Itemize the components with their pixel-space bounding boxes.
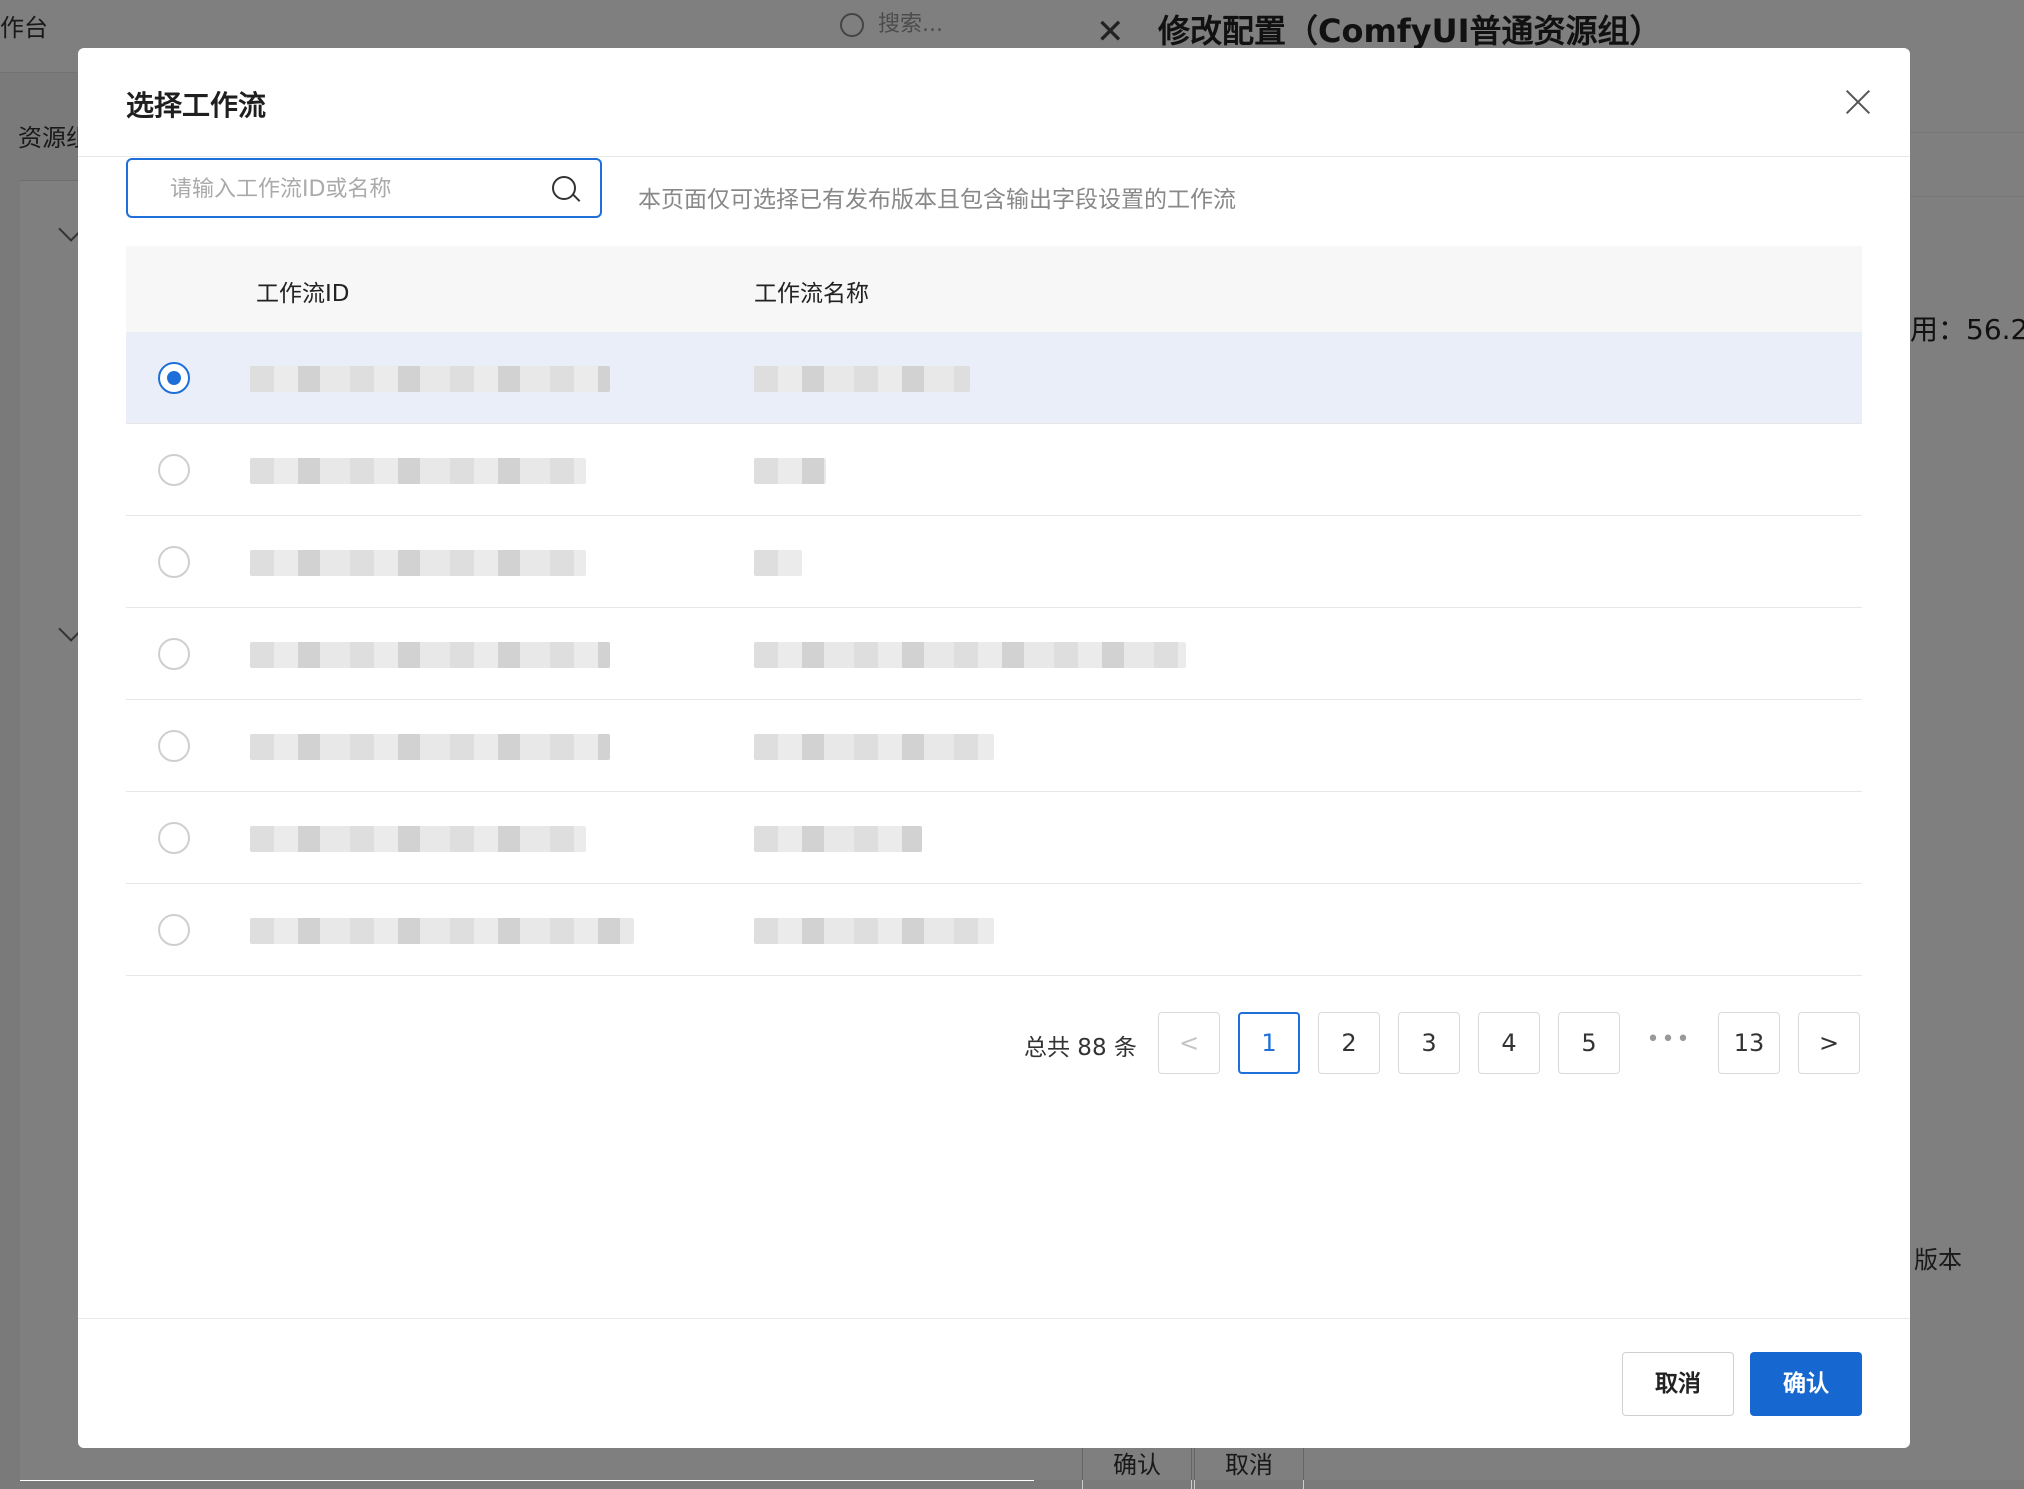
cell-workflow-name-redacted bbox=[754, 918, 994, 944]
cancel-button[interactable]: 取消 bbox=[1622, 1352, 1734, 1416]
pagination-prev-button[interactable]: < bbox=[1158, 1012, 1220, 1074]
chevron-left-icon: < bbox=[1178, 1029, 1200, 1057]
modal-footer-divider bbox=[78, 1318, 1910, 1319]
row-radio[interactable] bbox=[158, 914, 190, 946]
table-body bbox=[126, 332, 1862, 976]
pagination-page-3[interactable]: 3 bbox=[1398, 1012, 1460, 1074]
pagination-page-1[interactable]: 1 bbox=[1238, 1012, 1300, 1074]
table-row[interactable] bbox=[126, 424, 1862, 516]
pagination-ellipsis[interactable]: ••• bbox=[1638, 1012, 1700, 1074]
row-radio[interactable] bbox=[158, 362, 190, 394]
modal-header-divider bbox=[78, 156, 1910, 157]
row-radio[interactable] bbox=[158, 546, 190, 578]
cell-workflow-id-redacted bbox=[250, 642, 610, 668]
cell-workflow-name-redacted bbox=[754, 366, 970, 392]
pagination-next-button[interactable]: > bbox=[1798, 1012, 1860, 1074]
cell-workflow-id-redacted bbox=[250, 826, 586, 852]
cell-workflow-name-redacted bbox=[754, 642, 1186, 668]
table-row[interactable] bbox=[126, 516, 1862, 608]
workflow-search-box[interactable] bbox=[126, 158, 602, 218]
select-workflow-modal: 选择工作流 本页面仅可选择已有发布版本且包含输出字段设置的工作流 工作流ID 工… bbox=[78, 48, 1910, 1448]
table-row[interactable] bbox=[126, 608, 1862, 700]
confirm-button[interactable]: 确认 bbox=[1750, 1352, 1862, 1416]
cell-workflow-name-redacted bbox=[754, 458, 826, 484]
pagination-page-4[interactable]: 4 bbox=[1478, 1012, 1540, 1074]
cell-workflow-id-redacted bbox=[250, 550, 586, 576]
row-radio[interactable] bbox=[158, 822, 190, 854]
workflow-search-input[interactable] bbox=[168, 170, 542, 208]
cell-workflow-name-redacted bbox=[754, 734, 994, 760]
cell-workflow-id-redacted bbox=[250, 734, 610, 760]
row-radio[interactable] bbox=[158, 638, 190, 670]
column-header-workflow-id: 工作流ID bbox=[256, 281, 350, 307]
table-row[interactable] bbox=[126, 332, 1862, 424]
cell-workflow-name-redacted bbox=[754, 826, 922, 852]
pagination-page-2[interactable]: 2 bbox=[1318, 1012, 1380, 1074]
cell-workflow-name-redacted bbox=[754, 550, 802, 576]
modal-title: 选择工作流 bbox=[126, 89, 267, 122]
cell-workflow-id-redacted bbox=[250, 918, 634, 944]
row-radio[interactable] bbox=[158, 730, 190, 762]
table-row[interactable] bbox=[126, 792, 1862, 884]
pagination-page-last[interactable]: 13 bbox=[1718, 1012, 1780, 1074]
cell-workflow-id-redacted bbox=[250, 458, 586, 484]
cell-workflow-id-redacted bbox=[250, 366, 610, 392]
table-row[interactable] bbox=[126, 700, 1862, 792]
table-header: 工作流ID 工作流名称 bbox=[126, 246, 1862, 332]
row-radio[interactable] bbox=[158, 454, 190, 486]
chevron-right-icon: > bbox=[1818, 1029, 1840, 1057]
workflow-table: 工作流ID 工作流名称 bbox=[126, 246, 1862, 976]
pagination-total: 总共 88 条 bbox=[1024, 1035, 1137, 1061]
column-header-workflow-name: 工作流名称 bbox=[754, 281, 869, 307]
close-icon[interactable] bbox=[1840, 84, 1876, 120]
search-icon[interactable] bbox=[552, 176, 576, 200]
pagination-page-5[interactable]: 5 bbox=[1558, 1012, 1620, 1074]
selection-hint: 本页面仅可选择已有发布版本且包含输出字段设置的工作流 bbox=[638, 187, 1236, 213]
table-row[interactable] bbox=[126, 884, 1862, 976]
